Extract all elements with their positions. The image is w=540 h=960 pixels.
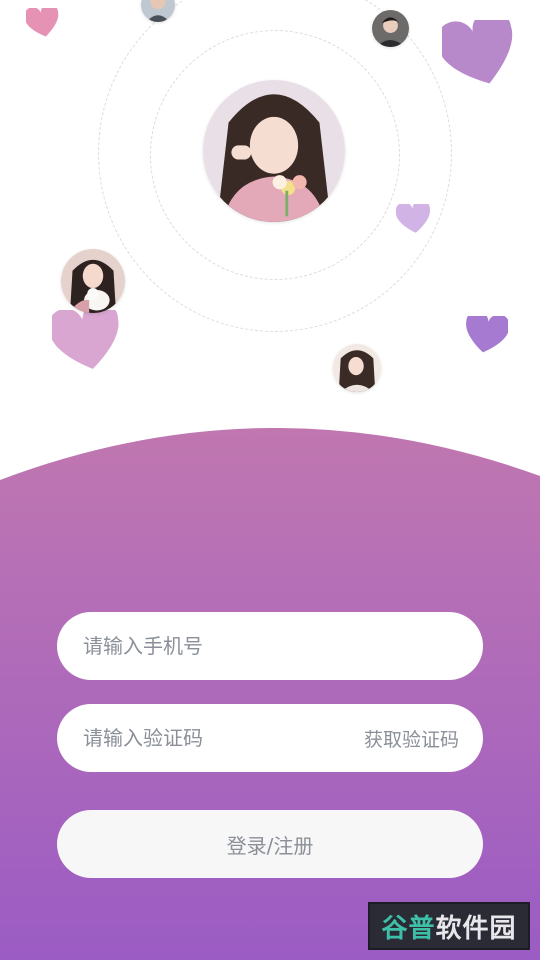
user-avatar [333, 344, 381, 392]
get-code-button[interactable]: 获取验证码 [364, 725, 459, 752]
avatar-orbit-area [0, 0, 540, 480]
verification-code-input[interactable] [81, 725, 364, 751]
phone-input[interactable] [81, 633, 459, 659]
user-avatar [61, 249, 125, 313]
heart-icon [466, 316, 508, 353]
panel-background [0, 428, 540, 960]
main-avatar [203, 80, 345, 222]
watermark-logo: 谷普 软件园 [368, 902, 530, 950]
login-panel [0, 428, 540, 960]
login-register-button[interactable]: 登录/注册 [57, 810, 483, 878]
watermark-text-part2: 软件园 [435, 913, 517, 944]
heart-icon [396, 204, 431, 233]
heart-icon [26, 8, 59, 37]
code-field[interactable]: 获取验证码 [57, 704, 483, 772]
watermark-text-part1: 谷普 [381, 913, 436, 944]
heart-icon [442, 20, 513, 84]
heart-icon [52, 310, 119, 369]
user-avatar [372, 10, 409, 47]
phone-field[interactable] [57, 612, 483, 680]
